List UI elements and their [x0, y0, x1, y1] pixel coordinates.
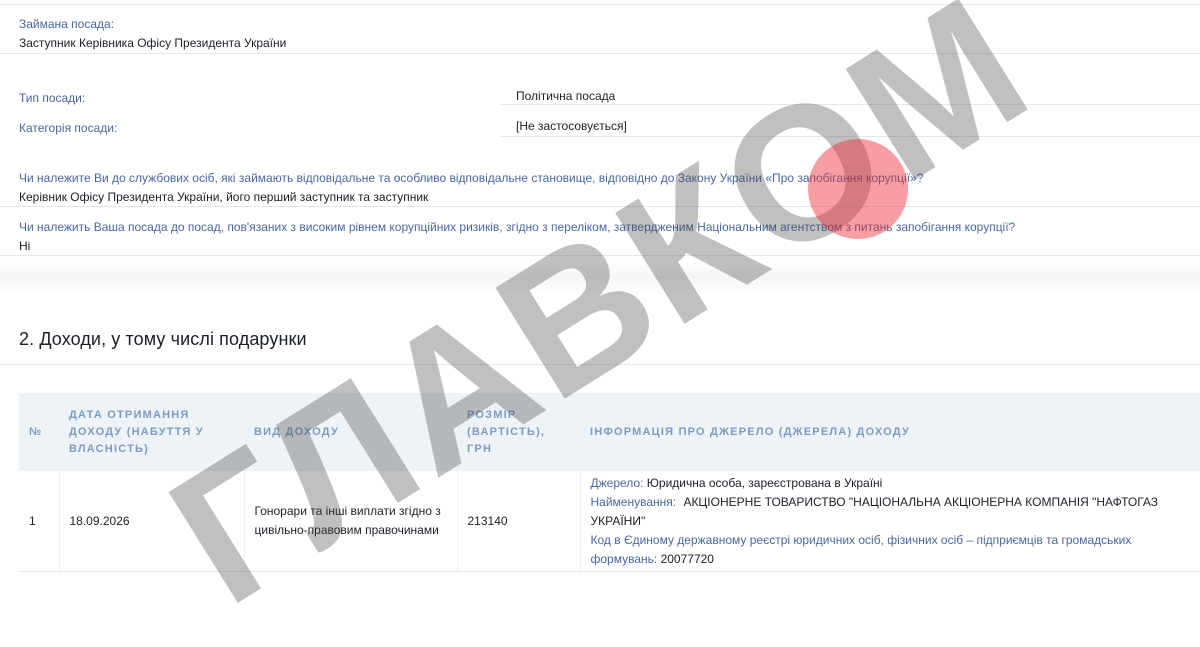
- question-answer: Ні: [19, 239, 31, 253]
- source-label: Джерело:: [590, 475, 644, 490]
- source-value: Юридична особа, зареєстрована в Україні: [646, 475, 883, 490]
- divider: [0, 53, 1200, 54]
- name-line: Найменування: АКЦІОНЕРНЕ ТОВАРИСТВО "НАЦ…: [591, 493, 1191, 531]
- question-answer: Керівник Офісу Президента України, його …: [19, 190, 429, 204]
- column-header-source-info: ІНФОРМАЦІЯ ПРО ДЖЕРЕЛО (ДЖЕРЕЛА) ДОХОДУ: [580, 393, 1200, 471]
- divider: [0, 206, 1200, 207]
- source-line: Джерело: Юридична особа, зареєстрована в…: [591, 474, 1191, 493]
- code-line: Код в Єдиному державному реєстрі юридичн…: [591, 531, 1191, 569]
- name-label: Найменування:: [590, 494, 677, 509]
- table-row: 1 18.09.2026 Гонорари та інші виплати зг…: [19, 471, 1200, 572]
- name-value: АКЦІОНЕРНЕ ТОВАРИСТВО "НАЦІОНАЛЬНА АКЦІО…: [590, 494, 1159, 528]
- position-category-field: Категорія посади: [Не застосовується]: [19, 119, 1179, 137]
- income-table: № ДАТА ОТРИМАННЯ ДОХОДУ (НАБУТТЯ У ВЛАСН…: [19, 393, 1200, 572]
- divider: [0, 255, 1200, 256]
- section-separator: [0, 262, 1200, 296]
- table-header-row: № ДАТА ОТРИМАННЯ ДОХОДУ (НАБУТТЯ У ВЛАСН…: [19, 393, 1200, 471]
- position-category-value: [Не застосовується]: [516, 119, 627, 133]
- income-type: Гонорари та інші виплати згідно з цивіль…: [243, 471, 457, 572]
- column-header-number: №: [19, 393, 59, 471]
- row-number: 1: [19, 471, 59, 572]
- corruption-risk-question: Чи належить Ваша посада до посад, пов'яз…: [19, 220, 1189, 253]
- position-type-value: Політична посада: [516, 89, 616, 103]
- top-divider: [0, 4, 1200, 5]
- held-position-value: Заступник Керівника Офісу Президента Укр…: [19, 36, 287, 50]
- divider: [500, 136, 1200, 137]
- responsible-position-question: Чи належите Ви до службових осіб, які за…: [19, 171, 1189, 204]
- position-category-label: Категорія посади:: [19, 121, 118, 135]
- code-value: 20077720: [660, 551, 714, 566]
- column-header-amount: РОЗМІР (ВАРТІСТЬ), ГРН: [457, 393, 580, 471]
- question-label: Чи належить Ваша посада до посад, пов'яз…: [19, 220, 1016, 234]
- held-position-label: Займана посада:: [19, 17, 115, 31]
- income-date: 18.09.2026: [58, 471, 244, 572]
- divider: [500, 104, 1200, 105]
- income-amount: 213140: [456, 471, 580, 572]
- section-title: 2. Доходи, у тому числі подарунки: [19, 329, 307, 349]
- question-label: Чи належите Ви до службових осіб, які за…: [19, 171, 924, 185]
- held-position-field: Займана посада: Заступник Керівника Офіс…: [19, 17, 286, 50]
- divider: [0, 364, 1200, 365]
- position-type-label: Тип посади:: [19, 91, 86, 105]
- income-source-info: Джерело: Юридична особа, зареєстрована в…: [579, 471, 1200, 572]
- column-header-date: ДАТА ОТРИМАННЯ ДОХОДУ (НАБУТТЯ У ВЛАСНІС…: [59, 393, 244, 471]
- column-header-income-type: ВИД ДОХОДУ: [244, 393, 457, 471]
